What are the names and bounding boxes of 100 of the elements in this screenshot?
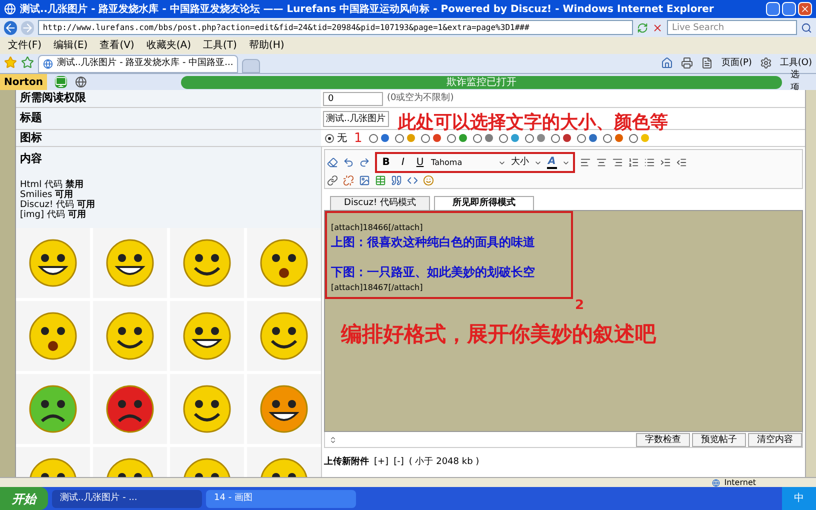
format-button[interactable]: I xyxy=(397,155,409,170)
smiley-cell[interactable] xyxy=(170,374,244,444)
field-label: 标题 xyxy=(20,110,42,126)
favorites-star-icon[interactable] xyxy=(4,56,17,69)
radio-button[interactable] xyxy=(369,134,378,142)
menu-item[interactable]: 工具(T) xyxy=(203,38,237,53)
image-icon[interactable] xyxy=(359,175,370,186)
permission-field[interactable]: 0 xyxy=(323,92,383,106)
radio-button[interactable] xyxy=(499,134,508,142)
add-attachment-link[interactable]: [+] xyxy=(374,456,389,470)
format-button[interactable]: U xyxy=(414,155,426,170)
menu-item[interactable]: 查看(V) xyxy=(100,38,134,53)
subject-field[interactable]: 测试..几张图片 xyxy=(323,110,389,126)
start-button[interactable]: 开始 xyxy=(0,487,48,510)
code-status-text: Html 代码 禁用 xyxy=(20,180,84,190)
home-icon[interactable] xyxy=(661,57,674,70)
globe-icon[interactable] xyxy=(74,76,87,88)
back-icon[interactable] xyxy=(4,20,17,34)
resize-handle-icon[interactable] xyxy=(329,436,337,444)
ordered-list-icon[interactable] xyxy=(628,157,639,168)
close-icon xyxy=(800,4,810,14)
address-field[interactable]: http://www.lurefans.com/bbs/post.php?action=edit&fid=24&tid=20984&pid=107193&page=1&extra=page%3D1### xyxy=(38,20,633,35)
taskbar-button[interactable]: 测试..几张图片 - ... xyxy=(52,490,202,508)
page-menu[interactable]: 页面(P) xyxy=(721,56,752,70)
align-right-icon[interactable] xyxy=(612,157,623,168)
refresh-icon[interactable] xyxy=(636,22,648,34)
menu-item[interactable]: 收藏夹(A) xyxy=(146,38,191,53)
menu-item[interactable]: 帮助(H) xyxy=(248,38,284,53)
editor-mode-tab[interactable]: 所见即所得模式 xyxy=(434,196,534,210)
radio-button[interactable] xyxy=(447,134,456,142)
size-select[interactable]: 大小 xyxy=(511,156,529,170)
format-button[interactable]: B xyxy=(380,155,392,170)
editor-button[interactable]: 预览帖子 xyxy=(692,432,746,446)
close-button[interactable] xyxy=(798,2,812,16)
eraser-icon[interactable] xyxy=(327,157,338,168)
link-icon[interactable] xyxy=(327,175,338,186)
smiley-cell[interactable] xyxy=(170,300,244,370)
table-icon[interactable] xyxy=(375,175,386,186)
smiley-icon xyxy=(27,310,79,362)
smiley-cell[interactable] xyxy=(16,300,90,370)
search-icon[interactable] xyxy=(800,22,812,34)
add-favorites-icon[interactable] xyxy=(21,56,34,69)
maximize-button[interactable] xyxy=(782,2,796,16)
radio-button[interactable] xyxy=(421,134,430,142)
smiley-icon xyxy=(27,236,79,288)
smiley-cell[interactable] xyxy=(16,374,90,444)
radio-button[interactable] xyxy=(551,134,560,142)
redo-icon[interactable] xyxy=(359,157,370,168)
tools-menu[interactable]: 工具(O) xyxy=(780,56,812,70)
editor-button[interactable]: 字数检查 xyxy=(636,432,690,446)
smiley-icon xyxy=(181,382,233,434)
align-center-icon[interactable] xyxy=(596,157,607,168)
caption-text: 上图：很喜欢这种纯白色的面具的味道 xyxy=(331,234,536,251)
smiley-cell[interactable] xyxy=(16,228,90,298)
unlink-icon[interactable] xyxy=(343,175,354,186)
taskbar-button[interactable]: 14 - 画图 xyxy=(206,490,356,508)
smiley-cell[interactable] xyxy=(93,374,167,444)
editor-area[interactable]: [attach]18466[/attach] 上图：很喜欢这种纯白色的面具的味道 下图：一只路亚、如此美妙的划破长空 [attach]18467[/attach] 2 编排好格式，展开你美妙的叙述吧 xyxy=(324,210,803,432)
settings-icon[interactable] xyxy=(760,57,772,70)
radio-button[interactable] xyxy=(473,134,482,142)
editor-button[interactable]: 清空内容 xyxy=(748,432,802,446)
post-icon xyxy=(381,134,390,142)
smiley-cell[interactable] xyxy=(247,374,321,444)
annotation-number: 2 xyxy=(575,299,584,313)
smiley-icon xyxy=(181,310,233,362)
radio-button[interactable] xyxy=(525,134,534,142)
stop-icon[interactable] xyxy=(652,22,663,34)
font-select[interactable]: Tahoma xyxy=(431,156,493,168)
smiley-cell[interactable] xyxy=(247,228,321,298)
smiley-cell[interactable] xyxy=(247,300,321,370)
font-color-button[interactable]: A xyxy=(547,156,557,169)
remove-attachment-link[interactable]: [-] xyxy=(394,456,404,470)
page-menu-icon[interactable] xyxy=(701,57,714,70)
search-field[interactable]: Live Search xyxy=(666,20,797,35)
outdent-icon[interactable] xyxy=(676,157,687,168)
code-icon[interactable] xyxy=(407,175,418,186)
menu-item[interactable]: 文件(F) xyxy=(8,38,42,53)
browser-tab[interactable]: 测试..几张图片 - 路亚发烧水库 - 中国路亚... xyxy=(38,55,238,73)
quote-icon[interactable] xyxy=(391,175,402,186)
monitor-icon[interactable] xyxy=(54,76,67,88)
system-tray: 中 xyxy=(782,487,816,510)
smiley-cell[interactable] xyxy=(93,228,167,298)
radio-button[interactable] xyxy=(603,134,612,142)
smiley-cell[interactable] xyxy=(170,228,244,298)
indent-icon[interactable] xyxy=(660,157,671,168)
smiley-icon xyxy=(258,310,310,362)
menu-item[interactable]: 编辑(E) xyxy=(54,38,88,53)
minimize-button[interactable] xyxy=(766,2,780,16)
print-icon[interactable] xyxy=(681,57,694,70)
radio-button[interactable] xyxy=(325,134,334,142)
radio-button[interactable] xyxy=(395,134,404,142)
editor-mode-tab[interactable]: Discuz! 代码模式 xyxy=(330,196,430,210)
radio-button[interactable] xyxy=(577,134,586,142)
radio-button[interactable] xyxy=(629,134,638,142)
page-icon xyxy=(43,59,53,69)
code-status-text: Discuz! 代码 可用 xyxy=(20,200,96,210)
smiley-insert-icon[interactable] xyxy=(423,175,434,186)
undo-icon[interactable] xyxy=(343,157,354,168)
align-left-icon[interactable] xyxy=(580,157,591,168)
smiley-cell[interactable] xyxy=(93,300,167,370)
